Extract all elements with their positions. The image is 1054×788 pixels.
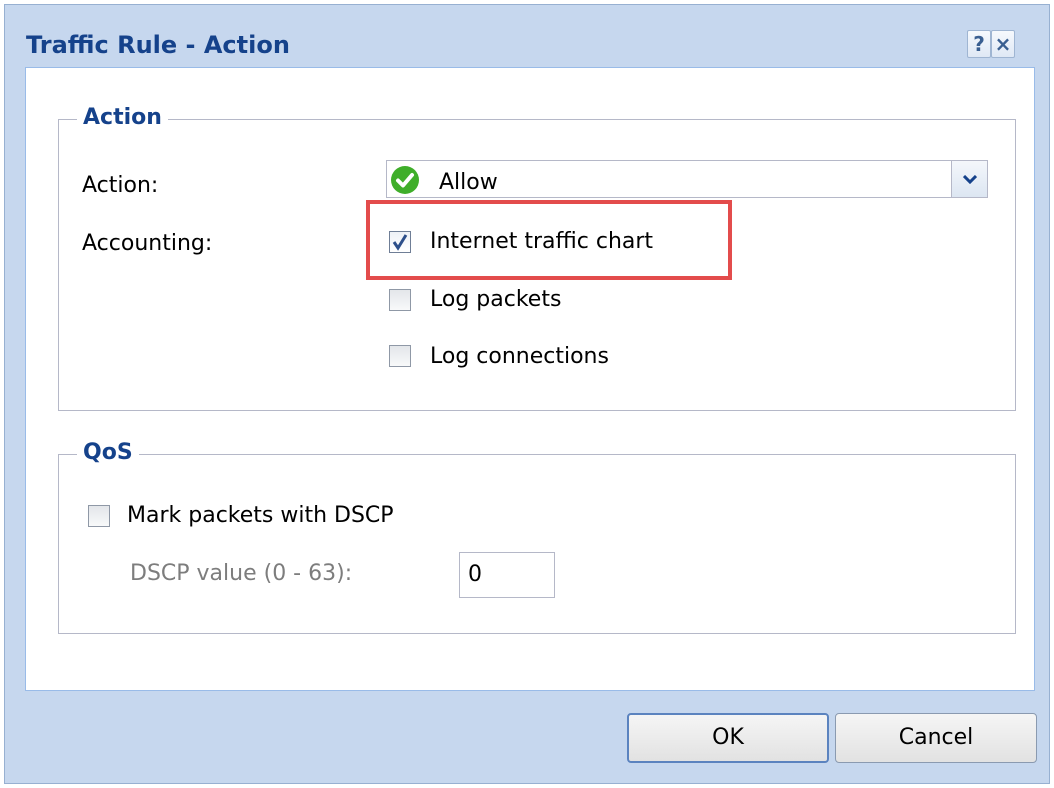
cancel-button[interactable]: Cancel bbox=[835, 713, 1037, 763]
action-label: Action: bbox=[82, 173, 159, 198]
log-packets-label[interactable]: Log packets bbox=[430, 286, 561, 314]
qos-legend: QoS bbox=[77, 438, 139, 468]
dialog-body: Action Action: Allow Accounting: Interne… bbox=[25, 67, 1035, 691]
log-connections-label[interactable]: Log connections bbox=[430, 343, 609, 371]
help-icon[interactable]: ? bbox=[967, 30, 991, 58]
log-packets-checkbox[interactable] bbox=[389, 289, 411, 311]
dropdown-arrow-icon[interactable] bbox=[951, 161, 987, 197]
dialog-title: Traffic Rule - Action bbox=[26, 31, 290, 59]
highlight-box bbox=[366, 200, 732, 280]
dscp-value-input[interactable]: 0 bbox=[459, 552, 555, 598]
traffic-rule-action-dialog: Traffic Rule - Action ? × Action Action:… bbox=[4, 4, 1050, 784]
mark-packets-dscp-checkbox[interactable] bbox=[88, 505, 110, 527]
qos-fieldset: QoS bbox=[58, 438, 1016, 634]
check-circle-icon bbox=[391, 166, 419, 194]
action-legend: Action bbox=[77, 103, 168, 133]
dscp-value-label: DSCP value (0 - 63): bbox=[130, 561, 353, 586]
accounting-label: Accounting: bbox=[82, 231, 213, 256]
action-select-value: Allow bbox=[439, 170, 498, 195]
mark-packets-dscp-label[interactable]: Mark packets with DSCP bbox=[127, 502, 394, 530]
close-icon[interactable]: × bbox=[991, 30, 1015, 58]
ok-button[interactable]: OK bbox=[627, 713, 829, 763]
log-connections-checkbox[interactable] bbox=[389, 345, 411, 367]
action-select[interactable]: Allow bbox=[386, 160, 988, 198]
